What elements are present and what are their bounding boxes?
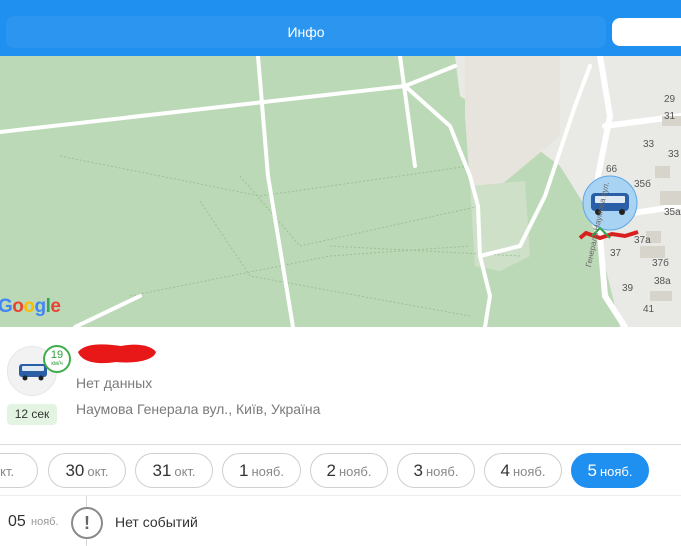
house-number: 37б xyxy=(652,258,669,269)
date-chip[interactable]: 4 нояб. xyxy=(484,453,562,488)
house-number: 33 xyxy=(643,139,655,150)
alert-icon: ! xyxy=(71,507,103,539)
house-number: 35б xyxy=(634,179,651,190)
speed-value: 19 xyxy=(50,349,64,361)
house-number: 66 xyxy=(606,164,618,175)
house-number: 39 xyxy=(622,283,634,294)
date-chip[interactable]: 30 окт. xyxy=(48,453,126,488)
top-bar: Инфо xyxy=(0,0,681,56)
house-number: 33 xyxy=(668,149,680,160)
house-number: 41 xyxy=(643,304,655,315)
vehicle-status: Нет данных xyxy=(76,375,153,391)
timeline-event-text: Нет событий xyxy=(115,514,198,530)
last-update-badge: 12 сек xyxy=(7,404,57,425)
house-number: 38а xyxy=(654,276,671,287)
vehicle-name-redacted xyxy=(78,344,156,364)
timeline-day: 05 xyxy=(8,513,26,530)
date-chip[interactable]: 1 нояб. xyxy=(222,453,301,488)
google-logo: Google xyxy=(0,296,61,317)
date-chip[interactable]: окт. xyxy=(0,453,38,488)
house-number: 37 xyxy=(610,248,622,259)
house-number: 35а xyxy=(664,207,681,218)
speed-badge: 19 км/ч xyxy=(43,345,71,373)
speed-unit: км/ч xyxy=(51,361,63,367)
tab-info[interactable]: Инфо xyxy=(6,16,606,48)
date-chip-selected[interactable]: 5 нояб. xyxy=(571,453,649,488)
timeline-month: нояб. xyxy=(31,516,59,528)
map-view[interactable]: Google 29 31 33 33 66 35б 35а 37а 37 37б… xyxy=(0,56,681,327)
house-number: 29 xyxy=(664,94,676,105)
map-canvas xyxy=(0,56,681,327)
date-chip[interactable]: 2 нояб. xyxy=(310,453,388,488)
house-number: 31 xyxy=(664,111,676,122)
divider xyxy=(0,444,681,445)
divider xyxy=(0,495,681,496)
tab-info-label: Инфо xyxy=(287,24,325,40)
house-number: 37а xyxy=(634,235,651,246)
tab-next[interactable] xyxy=(612,18,681,46)
date-chip[interactable]: 31 окт. xyxy=(135,453,213,488)
date-chip[interactable]: 3 нояб. xyxy=(397,453,475,488)
vehicle-address: Наумова Генерала вул., Київ, Україна xyxy=(76,401,321,417)
